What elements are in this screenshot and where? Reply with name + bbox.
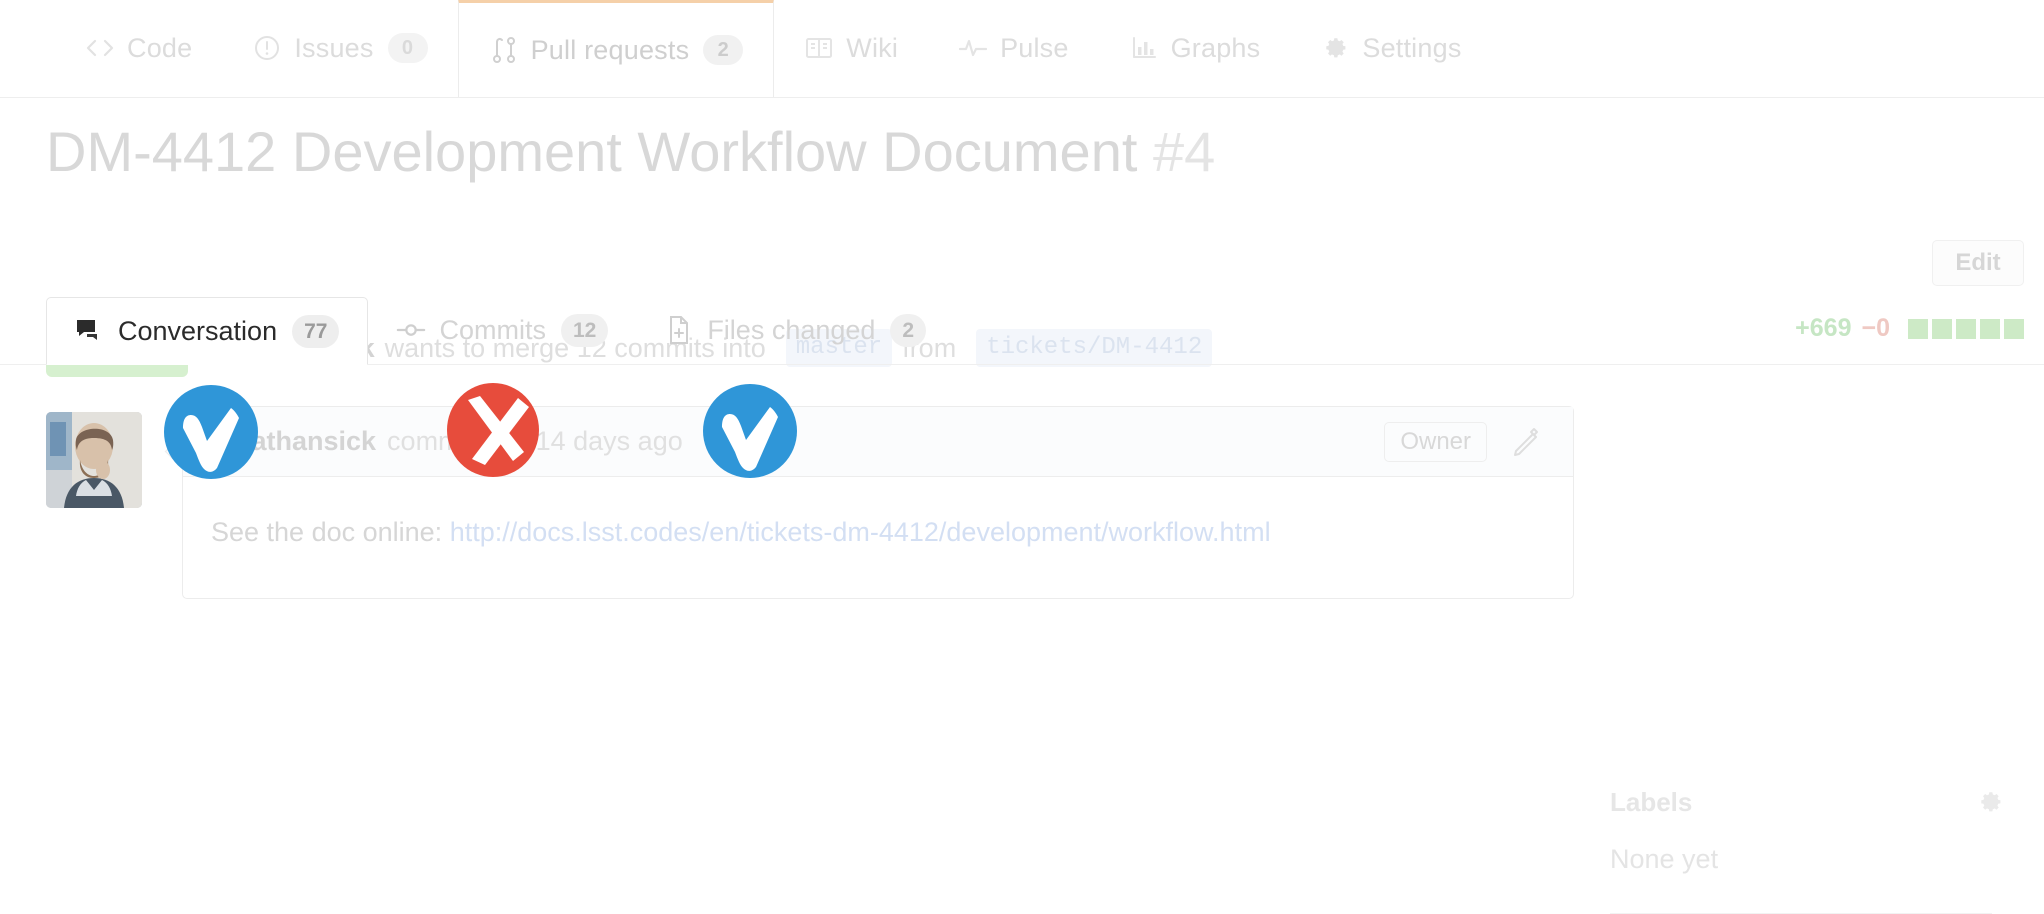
graph-icon bbox=[1129, 33, 1159, 63]
nav-item-code-label: Code bbox=[127, 32, 193, 63]
diffstat-block bbox=[1908, 318, 1928, 339]
sidebar: Labels None yet bbox=[1610, 782, 2010, 914]
tab-conversation-label: Conversation bbox=[118, 315, 278, 346]
nav-item-code[interactable]: Code bbox=[55, 0, 222, 97]
pull-request-number: #4 bbox=[1152, 120, 1216, 183]
diffstat: +669 −0 bbox=[1795, 314, 2028, 343]
pull-request-header: DM-4412 Development Workflow Document #4… bbox=[0, 98, 2044, 377]
nav-item-pull-requests-count: 2 bbox=[703, 35, 744, 65]
pull-request-title-text: DM-4412 Development Workflow Document bbox=[46, 120, 1138, 183]
conversation-content: jonathansick commented 14 days ago Owner… bbox=[0, 364, 2044, 914]
nav-item-pulse[interactable]: Pulse bbox=[928, 0, 1099, 97]
pull-request-tabs: Conversation 77 Commits 12 Files changed… bbox=[0, 296, 2044, 365]
pulse-icon bbox=[958, 33, 988, 63]
pull-request-title-row: DM-4412 Development Workflow Document #4 bbox=[0, 98, 2044, 194]
nav-item-wiki[interactable]: Wiki bbox=[774, 0, 928, 97]
comment-body-link[interactable]: http://docs.lsst.codes/en/tickets-dm-441… bbox=[450, 517, 1271, 547]
pencil-icon[interactable] bbox=[1507, 424, 1543, 460]
book-icon bbox=[804, 33, 834, 63]
tab-commits[interactable]: Commits 12 bbox=[368, 296, 636, 364]
diffstat-block bbox=[1980, 318, 2000, 339]
diffstat-block bbox=[1956, 318, 1976, 339]
comment-header: jonathansick commented 14 days ago Owner bbox=[183, 407, 1573, 477]
comment-body: See the doc online: http://docs.lsst.cod… bbox=[183, 477, 1573, 548]
tab-conversation[interactable]: Conversation 77 bbox=[46, 297, 369, 365]
git-pull-request-icon bbox=[489, 35, 519, 65]
nav-item-pulse-label: Pulse bbox=[1000, 32, 1069, 63]
diffstat-block bbox=[1932, 318, 1952, 339]
tab-files-changed-count: 2 bbox=[890, 313, 927, 347]
comment-body-prefix: See the doc online: bbox=[211, 517, 450, 547]
nav-item-pull-requests[interactable]: Pull requests 2 bbox=[457, 0, 775, 97]
sidebar-section-labels: Labels bbox=[1610, 782, 2010, 822]
nav-item-settings[interactable]: Settings bbox=[1290, 0, 1491, 97]
code-icon bbox=[85, 33, 115, 63]
issue-opened-icon bbox=[252, 33, 282, 63]
nav-item-issues-label: Issues bbox=[294, 32, 374, 63]
repo-nav: Code Issues 0 Pull requests 2 Wiki Pulse… bbox=[0, 0, 2044, 98]
repo-nav-items: Code Issues 0 Pull requests 2 Wiki Pulse… bbox=[55, 0, 1492, 97]
gear-icon bbox=[1320, 33, 1350, 63]
nav-item-graphs[interactable]: Graphs bbox=[1099, 0, 1291, 97]
nav-item-settings-label: Settings bbox=[1362, 32, 1462, 63]
diffstat-blocks bbox=[1908, 318, 2028, 339]
nav-item-wiki-label: Wiki bbox=[846, 32, 899, 63]
diffstat-additions: +669 bbox=[1795, 314, 1852, 342]
tab-conversation-count: 77 bbox=[292, 314, 340, 348]
avatar[interactable] bbox=[46, 412, 142, 508]
nav-item-graphs-label: Graphs bbox=[1170, 32, 1261, 63]
comment-author[interactable]: jonathansick bbox=[211, 426, 376, 457]
owner-badge: Owner bbox=[1384, 421, 1487, 462]
page-title: DM-4412 Development Workflow Document #4 bbox=[46, 124, 1215, 180]
gear-icon[interactable] bbox=[1976, 788, 2004, 816]
sidebar-labels-title: Labels bbox=[1610, 786, 1693, 817]
git-commit-icon bbox=[396, 315, 426, 345]
comment-discussion-icon bbox=[75, 316, 105, 346]
tab-commits-count: 12 bbox=[560, 313, 609, 347]
comment-timestamp: commented 14 days ago bbox=[387, 426, 683, 456]
diff-icon bbox=[664, 315, 694, 345]
diffstat-deletions: −0 bbox=[1861, 314, 1890, 342]
edit-button[interactable]: Edit bbox=[1932, 240, 2024, 286]
sidebar-labels-empty: None yet bbox=[1610, 844, 1719, 874]
nav-item-issues-count: 0 bbox=[387, 33, 428, 63]
tab-files-changed-label: Files changed bbox=[707, 314, 876, 345]
tab-commits-label: Commits bbox=[439, 314, 546, 345]
nav-item-issues[interactable]: Issues 0 bbox=[222, 0, 457, 97]
comment-box: jonathansick commented 14 days ago Owner… bbox=[164, 406, 1574, 599]
pull-request-tabs-inner: Conversation 77 Commits 12 Files changed… bbox=[46, 296, 954, 365]
nav-item-pull-requests-label: Pull requests bbox=[530, 34, 690, 65]
diffstat-block bbox=[2004, 318, 2024, 339]
tab-files-changed[interactable]: Files changed 2 bbox=[636, 296, 954, 364]
